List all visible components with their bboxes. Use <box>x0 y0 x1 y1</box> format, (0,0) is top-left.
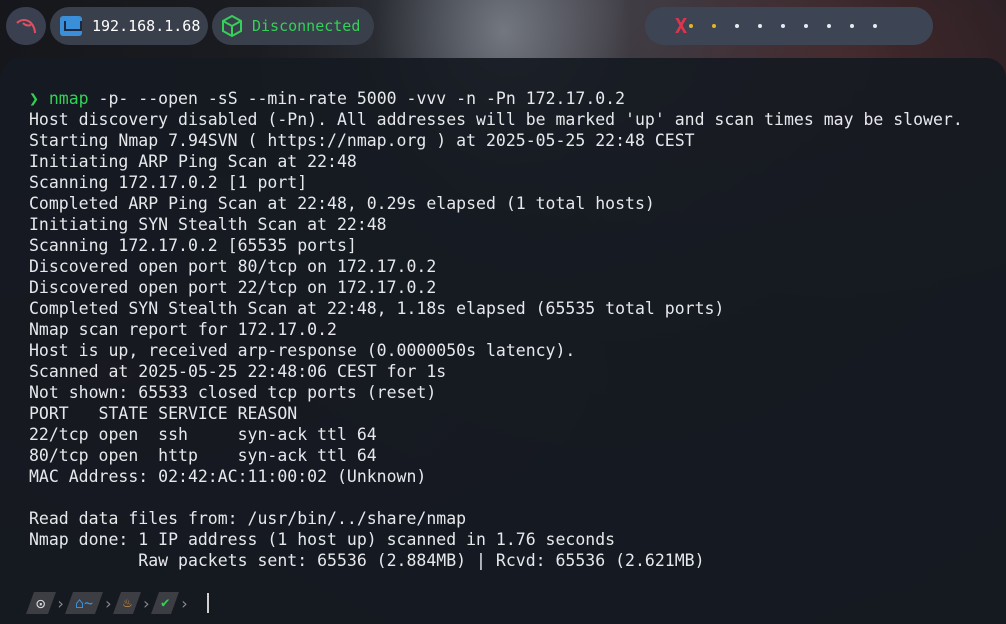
output-line: Read data files from: /usr/bin/../share/… <box>29 509 467 528</box>
kali-menu-button[interactable] <box>6 7 46 45</box>
command-name: nmap <box>48 89 89 108</box>
text-cursor[interactable] <box>207 593 210 613</box>
output-line: Raw packets sent: 65536 (2.884MB) | Rcvd… <box>29 551 705 570</box>
fire-icon: ♨ <box>122 595 132 611</box>
command-line: ❯ nmap -p- --open -sS --min-rate 5000 -v… <box>29 88 963 109</box>
vpn-cube-icon <box>222 14 242 38</box>
output-line: Not shown: 65533 closed tcp ports (reset… <box>29 383 437 402</box>
workspace-dot[interactable] <box>735 24 740 28</box>
prompt-segment-flame: ♨ <box>112 592 142 614</box>
output-line: PORT STATE SERVICE REASON <box>29 404 298 423</box>
workspace-dot[interactable] <box>873 24 878 28</box>
output-line: Initiating ARP Ping Scan at 22:48 <box>29 152 357 171</box>
workspace-dot[interactable] <box>827 24 832 28</box>
debian-icon: ⊙ <box>36 593 46 613</box>
terminal-window[interactable]: ❯ nmap -p- --open -sS --min-rate 5000 -v… <box>0 58 1006 624</box>
output-line: Scanning 172.17.0.2 [1 port] <box>29 173 308 192</box>
prompt-chevron-icon: › <box>179 593 190 613</box>
workspace-dot[interactable] <box>712 24 717 28</box>
workspace-dot[interactable] <box>850 24 855 28</box>
ip-widget[interactable]: 192.168.1.68 <box>50 7 208 45</box>
vpn-widget[interactable]: Disconnected <box>212 7 374 45</box>
output-line: Scanning 172.17.0.2 [65535 ports] <box>29 236 357 255</box>
command-args: -p- --open -sS --min-rate 5000 -vvv -n -… <box>88 89 626 108</box>
shell-prompt: ⊙ › ⌂~ › ♨ › ✔ › <box>25 590 210 616</box>
check-icon: ✔ <box>161 595 170 611</box>
output-line: Completed ARP Ping Scan at 22:48, 0.29s … <box>29 194 655 213</box>
output-line: 22/tcp open ssh syn-ack ttl 64 <box>29 425 377 444</box>
network-icon <box>60 16 82 36</box>
ip-address: 192.168.1.68 <box>92 17 201 35</box>
output-line: Scanned at 2025-05-25 22:48:06 CEST for … <box>29 362 447 381</box>
output-line: Nmap scan report for 172.17.0.2 <box>29 320 337 339</box>
prompt-chevron-icon: › <box>103 593 113 613</box>
workspace-dot[interactable] <box>781 24 786 28</box>
prompt-segment-status: ✔ <box>151 592 180 614</box>
output-line: Starting Nmap 7.94SVN ( https://nmap.org… <box>29 131 695 150</box>
workspace-active-marker[interactable]: X <box>675 14 687 38</box>
top-bar: 192.168.1.68 Disconnected X <box>0 0 1006 56</box>
output-line: Initiating SYN Stealth Scan at 22:48 <box>29 215 387 234</box>
terminal-output: ❯ nmap -p- --open -sS --min-rate 5000 -v… <box>29 88 963 571</box>
prompt-chevron-icon: › <box>141 593 152 613</box>
prompt-arrow-icon: ❯ <box>29 89 49 108</box>
output-line: Completed SYN Stealth Scan at 22:48, 1.1… <box>29 299 725 318</box>
workspace-dots <box>689 24 896 28</box>
home-label: ~ <box>84 594 94 612</box>
workspace-dot[interactable] <box>804 24 809 28</box>
workspace-dot[interactable] <box>758 24 763 28</box>
vpn-status: Disconnected <box>252 17 361 35</box>
output-line: 80/tcp open http syn-ack ttl 64 <box>29 446 377 465</box>
workspace-switcher[interactable]: X <box>645 7 933 45</box>
output-line: Nmap done: 1 IP address (1 host up) scan… <box>29 530 616 549</box>
output-line: Host is up, received arp-response (0.000… <box>29 341 576 360</box>
prompt-segment-dir: ⌂~ <box>65 592 104 614</box>
output-line: Discovered open port 22/tcp on 172.17.0.… <box>29 278 437 297</box>
output-line: Discovered open port 80/tcp on 172.17.0.… <box>29 257 437 276</box>
output-line: Host discovery disabled (-Pn). All addre… <box>29 110 963 129</box>
home-icon: ⌂~ <box>75 594 94 612</box>
output-line: MAC Address: 02:42:AC:11:00:02 (Unknown) <box>29 467 427 486</box>
prompt-segment-os: ⊙ <box>25 592 56 614</box>
workspace-dot[interactable] <box>689 24 694 28</box>
kali-dragon-icon <box>16 19 36 34</box>
prompt-chevron-icon: › <box>55 593 66 613</box>
